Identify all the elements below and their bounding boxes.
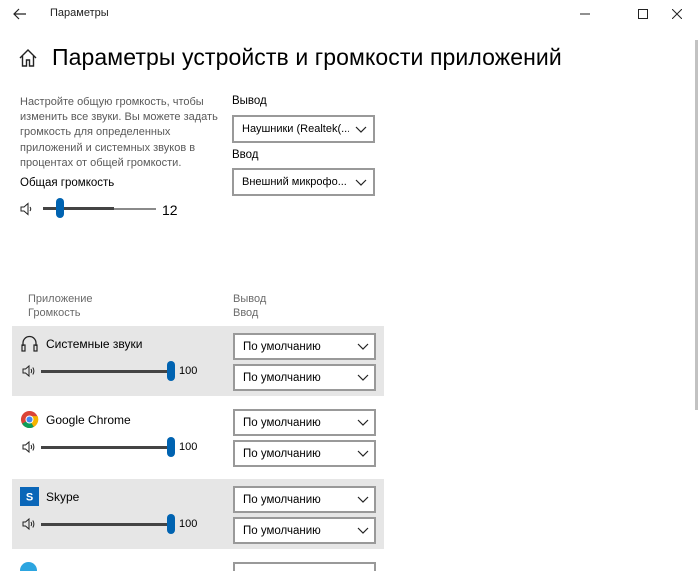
app-icon-partial xyxy=(20,562,37,571)
app-row-system-sounds: Системные звуки 100 По умолчанию По умол… xyxy=(12,326,384,396)
svg-text:S: S xyxy=(26,492,33,504)
app-output-dropdown[interactable]: По умолчанию xyxy=(233,486,376,513)
app-volume-track[interactable] xyxy=(41,523,171,526)
app-input-value: По умолчанию xyxy=(243,447,321,460)
app-input-dropdown[interactable]: По умолчанию xyxy=(233,517,376,544)
app-output-dropdown[interactable]: По умолчанию xyxy=(233,409,376,436)
app-volume-track[interactable] xyxy=(41,446,171,449)
page-title: Параметры устройств и громкости приложен… xyxy=(52,44,562,70)
app-output-dropdown[interactable]: По умолчанию xyxy=(233,333,376,360)
speaker-icon[interactable] xyxy=(22,517,36,536)
input-device-dropdown[interactable]: Внешний микрофо... xyxy=(232,168,375,196)
app-volume-value: 100 xyxy=(179,518,198,530)
chrome-icon xyxy=(20,410,39,429)
app-name: Skype xyxy=(46,490,80,504)
output-label: Вывод xyxy=(232,95,267,107)
col-header-app: Приложение xyxy=(28,293,93,305)
app-input-dropdown[interactable]: По умолчанию xyxy=(233,364,376,391)
scrollbar[interactable] xyxy=(695,40,698,410)
speaker-icon[interactable] xyxy=(22,440,36,459)
col-header-volume: Громкость xyxy=(28,307,81,319)
app-row-skype: S Skype 100 По умолчанию По умолчанию xyxy=(12,479,384,549)
app-volume-thumb[interactable] xyxy=(167,437,175,457)
master-description: Настройте общую громкость, чтобы изменит… xyxy=(20,96,218,169)
title-bar: Параметры xyxy=(0,0,700,28)
headphones-icon xyxy=(20,334,39,353)
output-device-dropdown[interactable]: Наушники (Realtek(... xyxy=(232,115,375,143)
chevron-down-icon xyxy=(349,126,373,133)
app-volume-thumb[interactable] xyxy=(167,361,175,381)
chevron-down-icon xyxy=(352,527,374,534)
chevron-down-icon xyxy=(349,179,373,186)
skype-icon: S xyxy=(20,487,39,506)
app-output-value: По умолчанию xyxy=(243,416,321,429)
output-device-value: Наушники (Realtek(... xyxy=(242,123,349,135)
chevron-down-icon xyxy=(352,419,374,426)
app-volume-value: 100 xyxy=(179,441,198,453)
chevron-down-icon xyxy=(352,374,374,381)
master-volume-fill xyxy=(43,207,114,210)
app-volume-thumb[interactable] xyxy=(167,514,175,534)
app-name: Системные звуки xyxy=(46,337,143,351)
master-volume-label: Общая громкость xyxy=(20,177,115,189)
app-output-value: По умолчанию xyxy=(243,340,321,353)
input-device-value: Внешний микрофо... xyxy=(242,176,347,188)
master-volume-value: 12 xyxy=(162,202,178,218)
window-title: Параметры xyxy=(50,7,109,19)
chevron-down-icon xyxy=(352,450,374,457)
app-name: Google Chrome xyxy=(46,413,131,427)
chevron-down-icon xyxy=(352,496,374,503)
col-header-input: Ввод xyxy=(233,307,259,319)
app-input-value: По умолчанию xyxy=(243,371,321,384)
app-row-google-chrome: Google Chrome 100 По умолчанию По умолча… xyxy=(12,402,384,472)
app-output-value: По умолчанию xyxy=(243,493,321,506)
app-input-value: По умолчанию xyxy=(243,524,321,537)
master-volume-thumb[interactable] xyxy=(56,198,64,218)
close-icon[interactable] xyxy=(654,0,700,28)
col-header-output: Вывод xyxy=(233,293,267,305)
back-arrow-icon[interactable] xyxy=(6,2,34,26)
chevron-down-icon xyxy=(352,343,374,350)
home-icon[interactable] xyxy=(18,48,38,68)
input-label: Ввод xyxy=(232,149,259,161)
minimize-icon[interactable] xyxy=(562,0,608,28)
app-output-dropdown-partial[interactable] xyxy=(233,562,376,571)
app-volume-track[interactable] xyxy=(41,370,171,373)
app-input-dropdown[interactable]: По умолчанию xyxy=(233,440,376,467)
speaker-icon[interactable] xyxy=(22,364,36,383)
app-volume-value: 100 xyxy=(179,365,198,377)
speaker-icon[interactable] xyxy=(20,202,34,221)
